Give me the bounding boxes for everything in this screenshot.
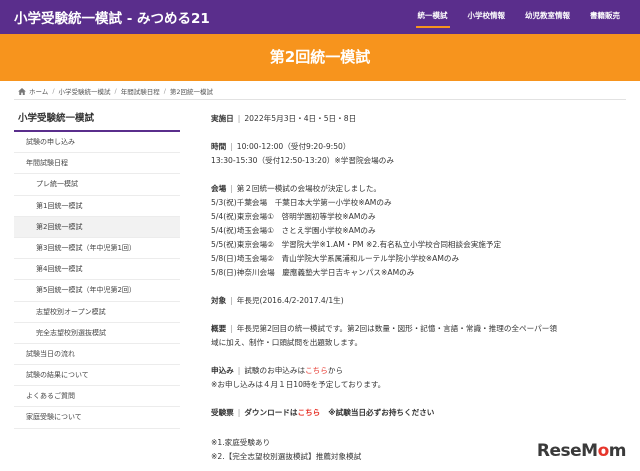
apply-note: ※お申し込みは４月１日10時を予定しております。 [211, 380, 386, 389]
site-title[interactable]: 小学受験統一模試 - みつめる21 [14, 7, 210, 27]
breadcrumb-separator: / [163, 87, 166, 95]
venue-line: 5/4(祝)東京会場① 啓明学園初等学校※AMのみ [211, 212, 376, 221]
date-label: 実施日 [211, 114, 234, 123]
time-line-1: 10:00-12:00（受付9:20-9:50） [236, 142, 351, 151]
logo-o: o [597, 441, 610, 461]
overview-line-2: 域に加え、制作・口頭試問を出題致します。 [211, 338, 363, 347]
overview-line-1: 年長児第2回目の統一模試です。第2回は数量・図形・記憶・言語・常識・推理の全ペー… [236, 324, 557, 333]
nav-item-books[interactable]: 書籍販売 [580, 0, 630, 34]
apply-link[interactable]: こちら [305, 366, 328, 375]
target-label: 対象 [211, 296, 227, 305]
venue-row: 会場 | 第２回統一模試の会場校が決定しました。 [211, 184, 382, 193]
breadcrumb-home[interactable]: ホーム [29, 86, 48, 96]
sidebar-item-1st[interactable]: 第1回統一模試 [14, 196, 180, 217]
time-line-2: 13:30-15:30（受付12:50-13:20）※学習院会場のみ [211, 156, 394, 165]
ticket-note: ※試験当日必ずお持ちください [328, 408, 435, 417]
breadcrumb-separator: / [52, 87, 55, 95]
logo-suffix: m [608, 441, 627, 461]
ticket-label: 受験票 [211, 408, 234, 417]
venue-intro: 第２回統一模試の会場校が決定しました。 [236, 184, 382, 193]
main-nav: 統一模試 小学校情報 幼児教室情報 書籍販売 [408, 0, 631, 34]
breadcrumb: ホーム / 小学受験統一模試 / 年間試験日程 / 第2回統一模試 [18, 86, 213, 96]
breadcrumb-divider [14, 99, 626, 100]
nav-item-school-info[interactable]: 小学校情報 [458, 0, 516, 34]
ticket-text: ダウンロードは [244, 408, 298, 417]
venue-label: 会場 [211, 184, 227, 193]
note-1: ※1.家庭受験あり [211, 438, 271, 447]
page-hero: 第2回統一模試 [0, 34, 640, 81]
breadcrumb-mogishi[interactable]: 小学受験統一模試 [59, 86, 111, 96]
target-row: 対象 | 年長児(2016.4/2-2017.4/1生) [211, 296, 344, 305]
sidebar-item-faq[interactable]: よくあるご質問 [14, 386, 180, 408]
nav-item-mogishi[interactable]: 統一模試 [408, 0, 458, 34]
sidebar-item-open[interactable]: 志望校別オープン模試 [14, 302, 180, 323]
sidebar-heading: 小学受験統一模試 [14, 108, 180, 132]
ticket-link[interactable]: こちら [298, 408, 321, 417]
overview-row: 概要 | 年長児第2回目の統一模試です。第2回は数量・図形・記憶・言語・常識・推理の… [211, 324, 557, 333]
time-row: 時間 | 10:00-12:00（受付9:20-9:50） [211, 142, 351, 151]
date-value: 2022年5月3日・4日・5日・8日 [244, 114, 357, 123]
apply-label: 申込み [211, 366, 234, 375]
sidebar-item-schedule[interactable]: 年間試験日程 [14, 153, 180, 175]
resemom-logo: ReseMom [536, 441, 627, 461]
breadcrumb-separator: / [114, 87, 117, 95]
breadcrumb-schedule[interactable]: 年間試験日程 [121, 86, 160, 96]
sidebar-item-pre[interactable]: プレ統一模試 [14, 174, 180, 196]
site-header: 小学受験統一模試 - みつめる21 統一模試 小学校情報 幼児教室情報 書籍販売 [0, 0, 640, 34]
sidebar-item-2nd[interactable]: 第2回統一模試 [14, 216, 180, 238]
date-row: 実施日 | 2022年5月3日・4日・5日・8日 [211, 114, 357, 123]
page-title: 第2回統一模試 [269, 48, 371, 66]
target-value: 年長児(2016.4/2-2017.4/1生) [236, 296, 344, 305]
logo-prefix: ReseM [536, 441, 598, 461]
venue-line: 5/8(日)神奈川会場 慶應義塾大学日吉キャンパス※AMのみ [211, 268, 415, 277]
apply-row: 申込み | 試験のお申込みはこちらから [211, 366, 344, 375]
venue-line: 5/8(日)埼玉会場② 青山学院大学系属浦和ルーテル学院小学校※AMのみ [211, 254, 460, 263]
apply-text: 試験のお申込みは [244, 366, 306, 375]
venue-line: 5/4(祝)埼玉会場① さとえ学園小学校※AMのみ [211, 226, 376, 235]
home-icon[interactable] [18, 87, 26, 95]
sidebar-item-5th[interactable]: 第5回統一模試（年中児第2回） [14, 280, 180, 302]
sidebar-item-apply[interactable]: 試験の申し込み [14, 132, 180, 154]
overview-label: 概要 [211, 324, 227, 333]
venue-line: 5/5(祝)東京会場② 学習院大学※1.AM・PM ※2.有名私立小学校合同相談… [211, 240, 502, 249]
breadcrumb-current: 第2回統一模試 [169, 88, 214, 96]
nav-item-preschool-info[interactable]: 幼児教室情報 [515, 0, 580, 34]
sidebar-item-home-exam[interactable]: 家庭受験について [14, 407, 180, 429]
note-2: ※2.【完全志望校別選抜模試】推薦対象模試 [211, 452, 362, 461]
sidebar: 小学受験統一模試 試験の申し込み 年間試験日程 プレ統一模試 第1回統一模試 第… [14, 108, 180, 429]
sidebar-item-results[interactable]: 試験の結果について [14, 365, 180, 387]
venue-line: 5/3(祝)千葉会場 千葉日本大学第一小学校※AMのみ [211, 198, 392, 207]
sidebar-item-4th[interactable]: 第4回統一模試 [14, 259, 180, 281]
sidebar-item-selective[interactable]: 完全志望校別選抜模試 [14, 323, 180, 344]
time-label: 時間 [211, 142, 227, 151]
sidebar-item-flow[interactable]: 試験当日の流れ [14, 344, 180, 366]
apply-suffix: から [327, 366, 344, 375]
ticket-row: 受験票 | ダウンロードはこちら ※試験当日必ずお持ちください [211, 408, 435, 417]
sidebar-item-3rd[interactable]: 第3回統一模試（年中児第1回） [14, 238, 180, 260]
